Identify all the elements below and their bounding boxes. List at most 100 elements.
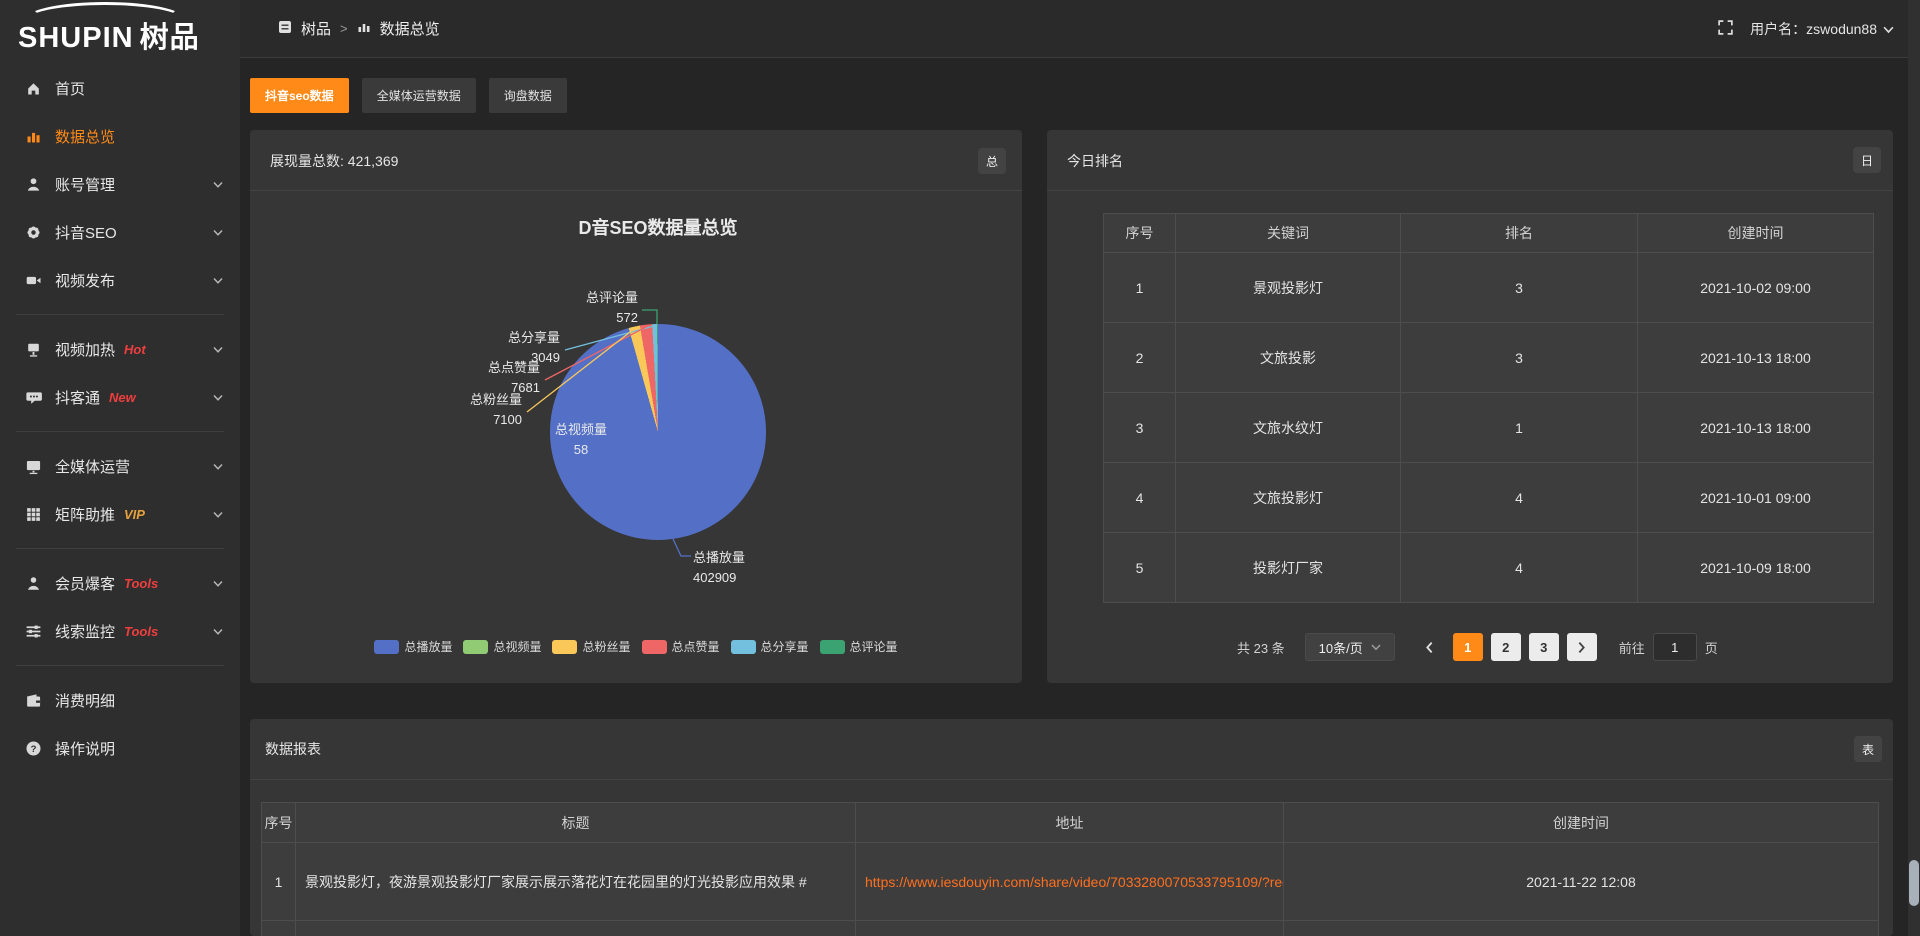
- table-cell-title: 景观投影灯，夜游景观投影灯厂家展示展示落花灯在花园里的灯光投影应用效果 #: [296, 843, 856, 921]
- table-cell-created: 2021-10-09 18:00: [1638, 533, 1874, 603]
- panel-separator: [1047, 190, 1893, 191]
- chart-legend: 总播放量 总视频量总粉丝量 总点赞量总分享量总评论量: [250, 638, 1022, 655]
- column-header: 创建时间: [1638, 214, 1874, 253]
- sidebar-item-label: 首页: [55, 78, 85, 99]
- legend-swatch: [642, 640, 667, 654]
- report-panel: 数据报表 表 序号 标题 地址 创建时间 1 景观投影灯，夜游景观投影灯厂家展示…: [250, 719, 1893, 936]
- sidebar-item-consumption-detail[interactable]: 消费明细: [0, 676, 240, 724]
- legend-item[interactable]: 总分享量: [731, 638, 809, 655]
- app-logo[interactable]: SHUPIN树品: [18, 14, 200, 56]
- table-cell-index: 1: [1104, 253, 1176, 323]
- legend-label: 总点赞量: [672, 638, 720, 655]
- chart-title: D音SEO数据量总览: [408, 214, 908, 240]
- scrollbar-thumb[interactable]: [1909, 860, 1919, 906]
- breadcrumb: 树品 > 数据总览: [278, 18, 440, 39]
- column-header: 地址: [856, 803, 1284, 843]
- prev-page-button[interactable]: [1415, 633, 1445, 661]
- sidebar-item-member-baoke[interactable]: 会员爆客 Tools: [0, 559, 240, 607]
- bar-chart-icon: [25, 128, 42, 145]
- table-cell-rank: 4: [1401, 463, 1638, 533]
- sidebar-item-media-operation[interactable]: 全媒体运营: [0, 442, 240, 490]
- user-menu[interactable]: 用户名：zswodun88: [1750, 19, 1894, 39]
- goto-unit: 页: [1705, 638, 1718, 657]
- sidebar-nav: 首页 数据总览 账号管理 抖音SEO 视频发布: [0, 64, 240, 772]
- next-page-button[interactable]: [1567, 633, 1597, 661]
- sliders-icon: [25, 623, 42, 640]
- table-cell: [262, 921, 296, 936]
- table-cell-created: 2021-10-02 09:00: [1638, 253, 1874, 323]
- sidebar-item-home[interactable]: 首页: [0, 64, 240, 112]
- breadcrumb-current[interactable]: 数据总览: [380, 18, 440, 39]
- table-cell-keyword: 景观投影灯: [1176, 253, 1401, 323]
- sidebar-item-label: 全媒体运营: [55, 456, 130, 477]
- sidebar: SHUPIN树品 首页 数据总览 账号管理 抖音SEO: [0, 0, 240, 936]
- page-button-2[interactable]: 2: [1491, 633, 1521, 661]
- chat-bubble-icon: [25, 389, 42, 406]
- legend-item[interactable]: 总视频量: [463, 638, 541, 655]
- legend-label: 总视频量: [493, 638, 541, 655]
- ranking-table: 序号 关键词 排名 创建时间 1 景观投影灯 3 2021-10-02 09:0…: [1103, 213, 1874, 603]
- pie-label-value: 572: [538, 308, 638, 328]
- legend-swatch: [731, 640, 756, 654]
- pie-label-name: 总点赞量: [440, 358, 540, 378]
- breadcrumb-separator: >: [340, 21, 348, 36]
- pie-label-value: 7100: [422, 410, 522, 430]
- tab-media-operation-data[interactable]: 全媒体运营数据: [362, 78, 476, 113]
- daily-view-button[interactable]: 日: [1853, 147, 1881, 173]
- page-size-select[interactable]: 10条/页: [1305, 633, 1395, 661]
- video-camera-icon: [25, 272, 42, 289]
- video-link[interactable]: https://www.iesdouyin.com/share/video/70…: [856, 843, 1284, 921]
- sidebar-item-label: 账号管理: [55, 174, 115, 195]
- table-cell-rank: 4: [1401, 533, 1638, 603]
- table-cell: [296, 921, 856, 936]
- monitor-icon: [25, 458, 42, 475]
- legend-swatch: [374, 640, 399, 654]
- panel-separator: [250, 779, 1893, 780]
- goto-page-input[interactable]: [1653, 633, 1697, 661]
- sidebar-item-douketong[interactable]: 抖客通 New: [0, 373, 240, 421]
- user-icon: [25, 176, 42, 193]
- pie-label-name: 总评论量: [538, 288, 638, 308]
- sidebar-item-label: 操作说明: [55, 738, 115, 759]
- table-cell: [856, 921, 1284, 936]
- ranking-panel: 今日排名 日 序号 关键词 排名 创建时间 1 景观投影灯 3 2021-10-…: [1047, 130, 1893, 683]
- table-cell-rank: 3: [1401, 323, 1638, 393]
- total-view-button[interactable]: 总: [978, 148, 1006, 174]
- chevron-down-icon: [213, 176, 223, 193]
- page-button-3[interactable]: 3: [1529, 633, 1559, 661]
- pie-label-videos: 总视频量 58: [531, 420, 631, 460]
- breadcrumb-root[interactable]: 树品: [301, 18, 331, 39]
- column-header: 创建时间: [1284, 803, 1879, 843]
- pie-label-plays: 总播放量 402909: [693, 548, 813, 588]
- pie-label-name: 总视频量: [531, 420, 631, 440]
- sidebar-item-matrix-boost[interactable]: 矩阵助推 VIP: [0, 490, 240, 538]
- hot-badge: Hot: [124, 342, 146, 357]
- sidebar-item-douyin-seo[interactable]: 抖音SEO: [0, 208, 240, 256]
- sidebar-item-clue-monitor[interactable]: 线索监控 Tools: [0, 607, 240, 655]
- username-label: 用户名：zswodun88: [1750, 19, 1877, 39]
- pagination: 共 23 条 10条/页 1 2 3 前往 页: [1237, 633, 1718, 661]
- sidebar-divider: [16, 431, 224, 432]
- sidebar-item-video-heat[interactable]: 视频加热 Hot: [0, 325, 240, 373]
- legend-swatch: [820, 640, 845, 654]
- legend-item[interactable]: 总点赞量: [642, 638, 720, 655]
- legend-item[interactable]: 总播放量: [374, 638, 452, 655]
- sidebar-item-overview[interactable]: 数据总览: [0, 112, 240, 160]
- pie-label-name: 总播放量: [693, 548, 813, 568]
- sidebar-item-help[interactable]: ? 操作说明: [0, 724, 240, 772]
- gear-icon: [25, 224, 42, 241]
- tab-douyin-seo-data[interactable]: 抖音seo数据: [250, 78, 349, 113]
- topbar-right: 用户名：zswodun88: [1717, 19, 1894, 39]
- page-scrollbar[interactable]: [1908, 0, 1920, 936]
- table-view-button[interactable]: 表: [1854, 736, 1882, 762]
- fullscreen-icon[interactable]: [1717, 19, 1734, 39]
- sidebar-item-account[interactable]: 账号管理: [0, 160, 240, 208]
- sidebar-item-video-publish[interactable]: 视频发布: [0, 256, 240, 304]
- sidebar-item-label: 数据总览: [55, 126, 115, 147]
- new-badge: New: [109, 390, 136, 405]
- page-button-1[interactable]: 1: [1453, 633, 1483, 661]
- pie-label-name: 总粉丝量: [422, 390, 522, 410]
- legend-item[interactable]: 总粉丝量: [552, 638, 630, 655]
- tab-inquiry-data[interactable]: 询盘数据: [489, 78, 567, 113]
- legend-item[interactable]: 总评论量: [820, 638, 898, 655]
